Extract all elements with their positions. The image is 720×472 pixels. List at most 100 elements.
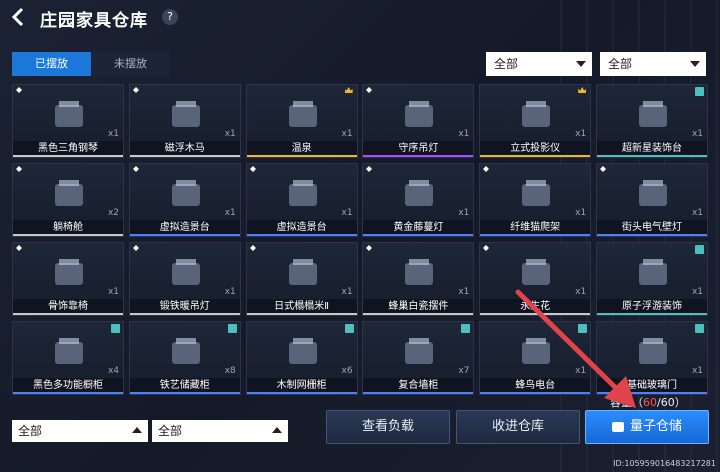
box-icon <box>695 245 704 254</box>
package-icon <box>611 421 624 432</box>
box-icon <box>695 87 704 96</box>
furniture-grid: x1 黑色三角钢琴 x1 磁浮木马 x1 温泉 x1 守序吊灯 x1 立式投影仪 x1 超新星装饰台 x… <box>12 84 708 396</box>
placement-tabs: 已摆放 未摆放 <box>12 52 170 76</box>
capacity-total: 60 <box>660 396 675 409</box>
furniture-card[interactable]: x1 锻铁暖吊灯 <box>128 242 241 316</box>
furniture-thumbnail-icon <box>522 338 551 364</box>
item-quantity: x1 <box>224 287 236 297</box>
item-quantity: x1 <box>458 129 470 139</box>
quantum-storage-button[interactable]: 量子仓储 <box>585 410 709 444</box>
furniture-thumbnail-icon <box>171 180 200 206</box>
box-icon <box>461 324 471 333</box>
furniture-thumbnail-icon <box>639 338 667 364</box>
furniture-thumbnail-icon <box>288 259 317 285</box>
furniture-card[interactable]: x1 立式投影仪 <box>479 84 592 158</box>
rarity-bar <box>13 313 123 315</box>
diamond-icon <box>366 87 373 93</box>
return-to-storage-button[interactable]: 收进仓库 <box>456 410 580 444</box>
rarity-bar <box>363 392 474 394</box>
rarity-bar <box>480 155 591 157</box>
furniture-card[interactable]: x1 黄金藤蔓灯 <box>362 163 475 237</box>
help-icon[interactable]: ? <box>162 9 178 25</box>
item-quantity: x1 <box>458 287 470 297</box>
furniture-card[interactable]: x1 骨饰靠椅 <box>12 242 124 316</box>
diamond-icon <box>132 245 139 251</box>
furniture-card[interactable]: x7 复合墙柜 <box>362 321 475 395</box>
furniture-card[interactable]: x1 永生花 <box>479 242 592 316</box>
rarity-bar <box>480 234 591 236</box>
rarity-bar <box>246 234 357 236</box>
furniture-card[interactable]: x1 虚拟造景台 <box>128 163 241 237</box>
item-quantity: x1 <box>575 366 587 376</box>
view-load-label: 查看负载 <box>361 419 414 434</box>
header: 庄园家具仓库 ? <box>0 0 720 36</box>
furniture-card[interactable]: x1 蜂巢白瓷摆件 <box>362 242 475 316</box>
furniture-card[interactable]: x1 基础玻璃门 <box>596 321 708 395</box>
furniture-thumbnail-icon <box>639 101 667 127</box>
furniture-card[interactable]: x4 黑色多功能橱柜 <box>12 321 124 395</box>
furniture-card[interactable]: x1 虚拟造景台 <box>245 163 358 237</box>
rarity-bar <box>13 155 123 157</box>
crown-icon <box>344 87 353 93</box>
furniture-thumbnail-icon <box>171 101 200 127</box>
furniture-card[interactable]: x1 温泉 <box>245 84 358 158</box>
diamond-icon <box>366 245 373 251</box>
furniture-card[interactable]: x1 街头电气壁灯 <box>596 163 708 237</box>
filter-dropdown-left[interactable]: 全部 <box>486 52 592 76</box>
item-quantity: x1 <box>224 129 236 139</box>
item-quantity: x1 <box>224 208 236 218</box>
item-quantity: x6 <box>341 366 353 376</box>
furniture-thumbnail-icon <box>55 338 83 364</box>
furniture-card[interactable]: x1 蜂鸟电台 <box>479 321 592 395</box>
furniture-card[interactable]: x1 磁浮木马 <box>128 84 241 158</box>
item-quantity: x1 <box>691 366 703 376</box>
furniture-card[interactable]: x1 黑色三角钢琴 <box>12 84 124 158</box>
item-quantity: x1 <box>341 287 353 297</box>
chevron-up-icon <box>272 427 282 433</box>
chevron-up-icon <box>132 427 142 433</box>
furniture-thumbnail-icon <box>639 259 667 285</box>
furniture-card[interactable]: x1 日式榻榻米Ⅱ <box>245 242 358 316</box>
tab-unplaced[interactable]: 未摆放 <box>91 52 170 76</box>
item-quantity: x1 <box>575 208 587 218</box>
furniture-card[interactable]: x6 木制网栅柜 <box>245 321 358 395</box>
diamond-icon <box>16 87 22 93</box>
furniture-card[interactable]: x1 守序吊灯 <box>362 84 475 158</box>
furniture-card[interactable]: x1 超新星装饰台 <box>596 84 708 158</box>
diamond-icon <box>249 166 256 172</box>
rarity-bar <box>129 392 240 394</box>
furniture-card[interactable]: x8 铁艺储藏柜 <box>128 321 241 395</box>
chevron-down-icon <box>576 61 586 67</box>
diamond-icon <box>483 245 490 251</box>
capacity-close: ） <box>674 396 686 409</box>
box-icon <box>111 324 120 333</box>
back-arrow-icon[interactable] <box>10 7 26 27</box>
item-quantity: x1 <box>341 129 353 139</box>
bottom-filter-left[interactable]: 全部 <box>12 420 148 442</box>
furniture-thumbnail-icon <box>288 180 317 206</box>
furniture-thumbnail-icon <box>522 259 551 285</box>
furniture-thumbnail-icon <box>405 338 434 364</box>
item-quantity: x1 <box>575 287 587 297</box>
item-quantity: x4 <box>107 366 119 376</box>
rarity-bar <box>129 234 240 236</box>
rarity-bar <box>480 392 591 394</box>
filter-dropdown-right[interactable]: 全部 <box>600 52 706 76</box>
item-quantity: x1 <box>341 208 353 218</box>
item-quantity: x1 <box>107 287 119 297</box>
crown-icon <box>578 87 587 93</box>
furniture-card[interactable]: x2 躺椅舱 <box>12 163 124 237</box>
furniture-card[interactable]: x1 原子浮游装饰 <box>596 242 708 316</box>
filter-value: 全部 <box>158 424 183 438</box>
view-load-button[interactable]: 查看负载 <box>326 410 450 444</box>
rarity-bar <box>246 392 357 394</box>
quantum-label: 量子仓储 <box>629 419 682 434</box>
bottom-filter-right[interactable]: 全部 <box>152 420 288 442</box>
furniture-card[interactable]: x1 纤维猫爬架 <box>479 163 592 237</box>
tab-placed[interactable]: 已摆放 <box>12 52 91 76</box>
rarity-bar <box>13 392 123 394</box>
rarity-bar <box>246 155 357 157</box>
item-quantity: x2 <box>107 208 119 218</box>
diamond-icon <box>16 166 22 172</box>
box-icon <box>227 324 237 333</box>
